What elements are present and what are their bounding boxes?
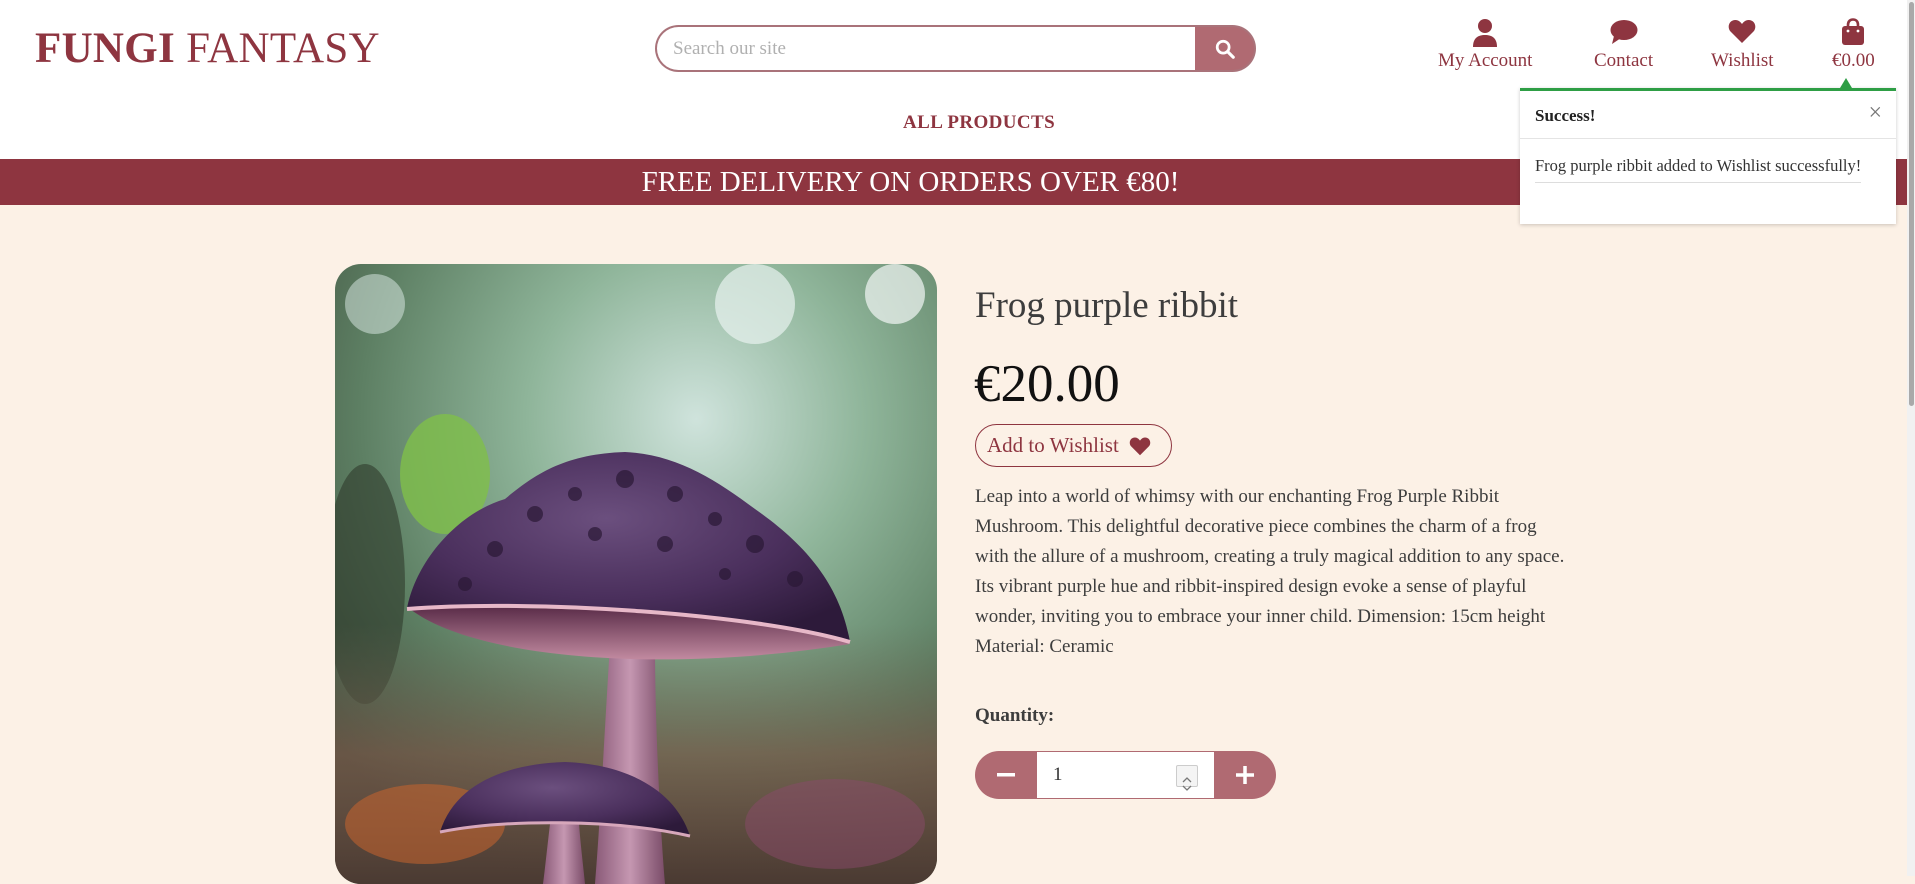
- scrollbar-thumb[interactable]: [1909, 2, 1914, 406]
- increase-quantity-button[interactable]: [1214, 751, 1276, 799]
- nav-contact-label: Contact: [1594, 50, 1654, 71]
- plus-icon: [1236, 766, 1254, 784]
- nav-all-products[interactable]: ALL PRODUCTS: [903, 112, 1055, 134]
- minus-icon: [997, 773, 1015, 777]
- product-price: €20.00: [974, 355, 1120, 413]
- product-title: Frog purple ribbit: [975, 285, 1239, 326]
- success-toast: Success! × Frog purple ribbit added to W…: [1520, 88, 1896, 224]
- spinner-arrows-icon: [1182, 777, 1192, 791]
- nav-my-account[interactable]: My Account: [1438, 18, 1532, 72]
- search-button[interactable]: [1195, 25, 1256, 72]
- site-logo[interactable]: FUNGI FANTASY: [35, 24, 380, 73]
- nav-wishlist-label: Wishlist: [1711, 50, 1774, 71]
- user-icon: [1473, 19, 1498, 47]
- nav-my-account-label: My Account: [1438, 50, 1533, 71]
- search-input[interactable]: [655, 25, 1195, 72]
- heart-icon: [1129, 437, 1151, 455]
- shopping-bag-icon: [1842, 18, 1865, 45]
- add-to-wishlist-label: Add to Wishlist: [987, 433, 1119, 457]
- add-to-wishlist-button[interactable]: Add to Wishlist: [975, 424, 1172, 467]
- product-image: [335, 264, 937, 884]
- nav-contact[interactable]: Contact: [1594, 18, 1653, 72]
- mushroom-photo: [335, 264, 937, 884]
- search-bar: [655, 25, 1256, 72]
- product-description: Leap into a world of whimsy with our enc…: [975, 486, 1565, 657]
- close-icon[interactable]: ×: [1868, 101, 1882, 125]
- quantity-label: Quantity:: [975, 705, 1055, 726]
- nav-wishlist[interactable]: Wishlist: [1711, 18, 1774, 72]
- quantity-value: 1: [1053, 764, 1063, 785]
- nav-cart-total: €0.00: [1832, 50, 1875, 71]
- toast-message: Frog purple ribbit added to Wishlist suc…: [1535, 156, 1862, 183]
- toast-title: Success!: [1535, 106, 1596, 125]
- decrease-quantity-button[interactable]: [975, 751, 1037, 799]
- nav-cart[interactable]: €0.00: [1832, 18, 1875, 72]
- quantity-stepper: 1: [975, 751, 1276, 799]
- toast-arrow: [1840, 78, 1852, 88]
- chat-icon: [1610, 20, 1638, 44]
- heart-icon: [1728, 20, 1756, 43]
- logo-rest: FANTASY: [175, 25, 380, 72]
- quantity-spinner[interactable]: [1176, 765, 1198, 791]
- logo-bold: FUNGI: [35, 25, 176, 72]
- quantity-input[interactable]: 1: [1037, 751, 1214, 799]
- toast-divider: [1520, 138, 1896, 139]
- search-icon: [1215, 39, 1235, 59]
- banner-text: FREE DELIVERY ON ORDERS OVER €80!: [641, 166, 1180, 198]
